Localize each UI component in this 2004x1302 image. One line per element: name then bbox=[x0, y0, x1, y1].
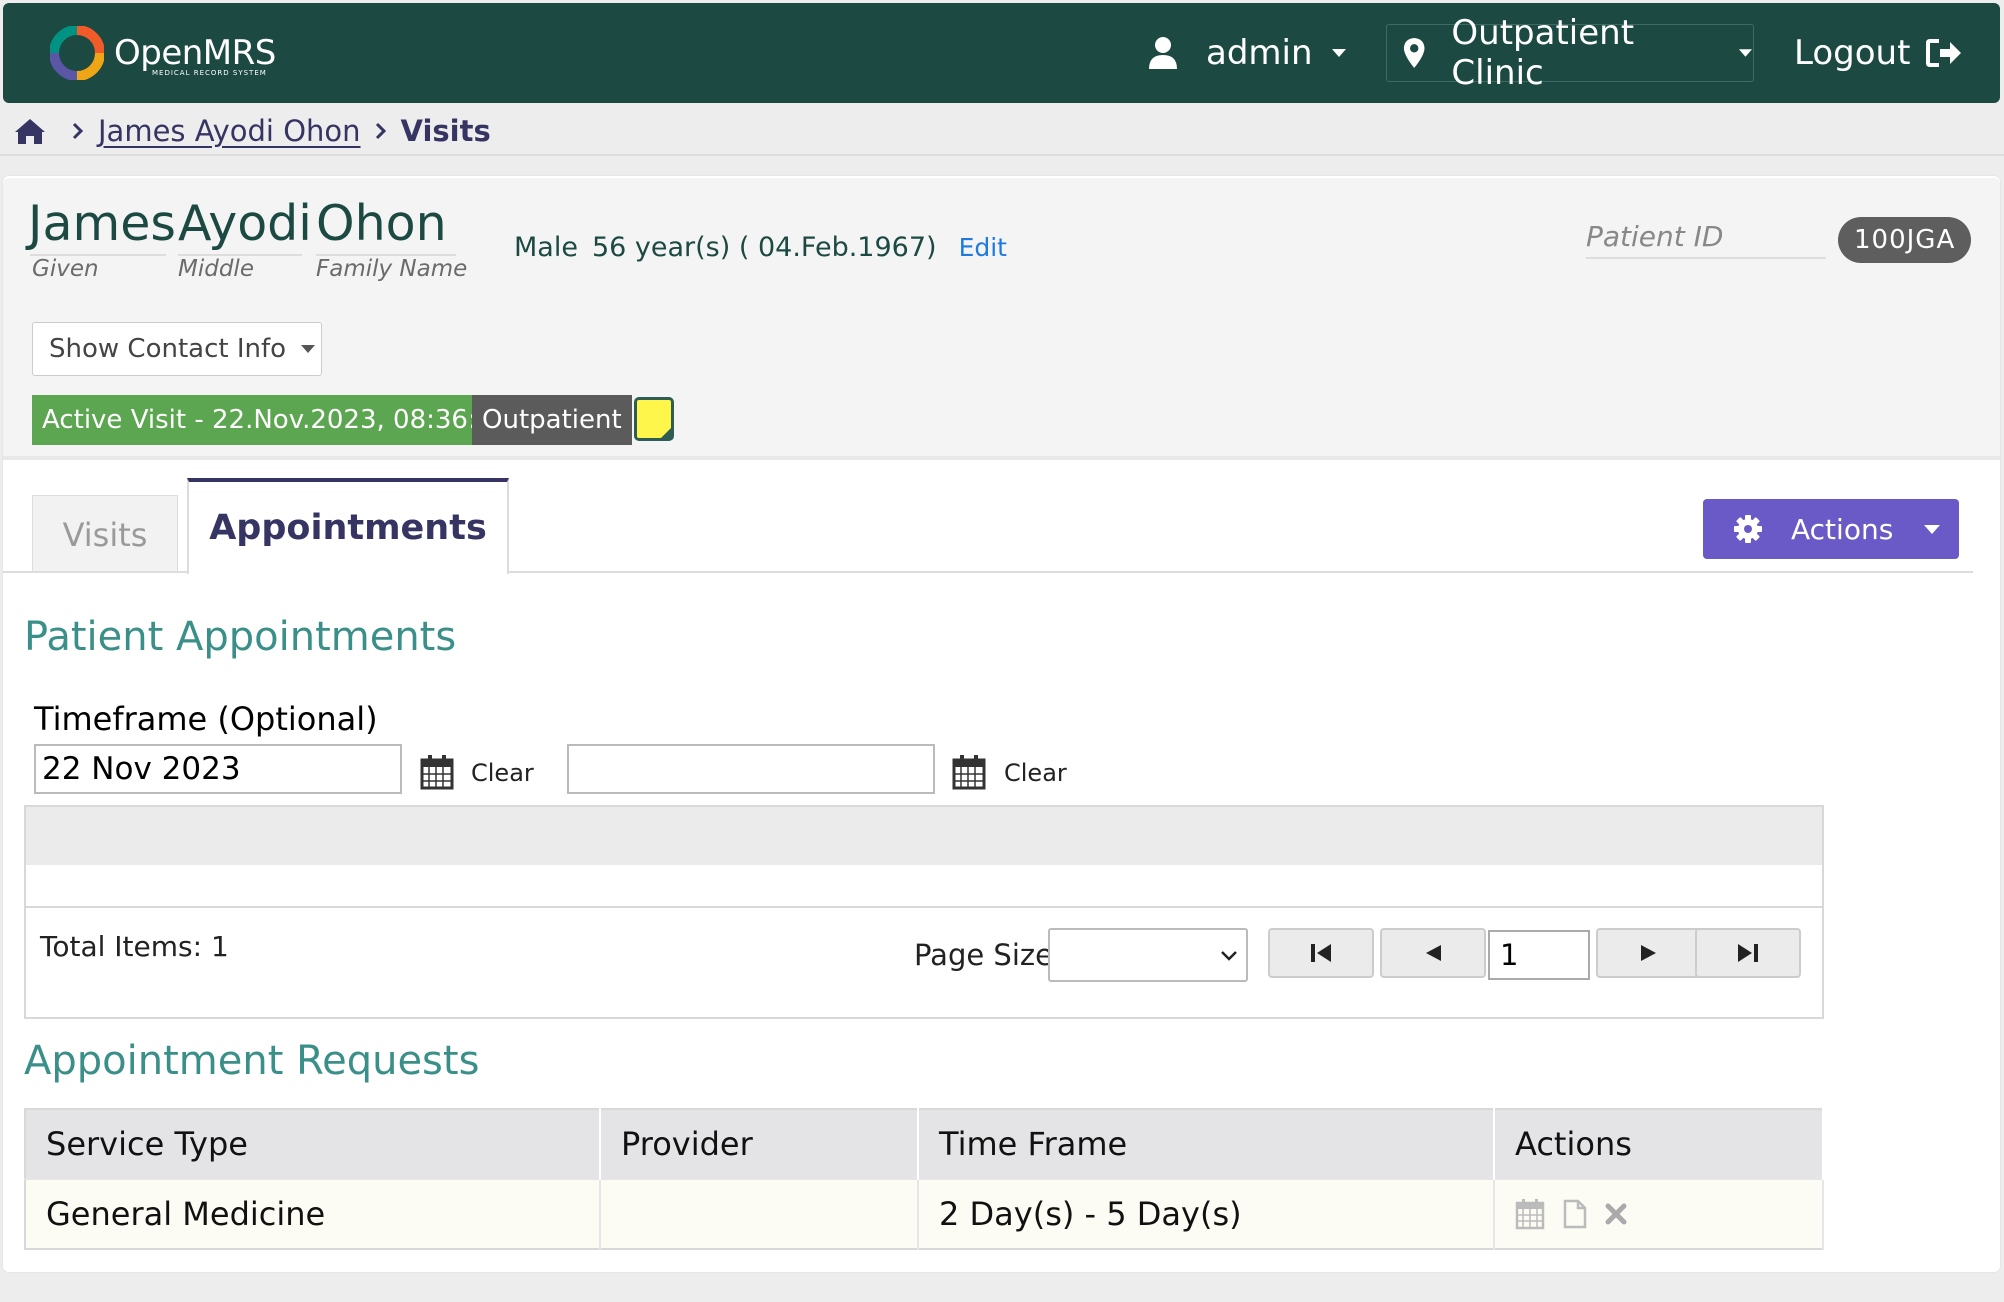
page-footer-strip bbox=[0, 1274, 2004, 1302]
visit-type-tag: Outpatient bbox=[472, 395, 632, 445]
show-contact-info-button[interactable]: Show Contact Info bbox=[32, 322, 322, 376]
appointment-requests-title: Appointment Requests bbox=[24, 1038, 480, 1084]
logout-link[interactable]: Logout bbox=[1794, 28, 1962, 78]
user-name: admin bbox=[1206, 33, 1313, 73]
document-icon[interactable] bbox=[1563, 1199, 1587, 1229]
table-header-row: Service Type Provider Time Frame Actions bbox=[25, 1109, 1824, 1179]
next-page-icon bbox=[1641, 945, 1656, 961]
first-page-icon bbox=[1311, 944, 1331, 962]
breadcrumb-divider bbox=[0, 154, 2004, 156]
cell-time-frame: 2 Day(s) - 5 Day(s) bbox=[918, 1178, 1495, 1249]
clear-end-date-link[interactable]: Clear bbox=[1004, 759, 1067, 787]
breadcrumb: James Ayodi Ohon Visits bbox=[14, 110, 491, 152]
openmrs-logo[interactable]: OpenMRS MEDICAL RECORD SYSTEM bbox=[50, 25, 276, 81]
previous-page-button[interactable] bbox=[1380, 928, 1486, 978]
patient-given-name: James bbox=[28, 195, 176, 252]
location-name: Outpatient Clinic bbox=[1451, 13, 1635, 93]
patient-appointments-title: Patient Appointments bbox=[24, 614, 457, 660]
edit-patient-link[interactable]: Edit bbox=[959, 233, 1007, 262]
page-size-label: Page Size: bbox=[914, 938, 1063, 972]
cell-service-type: General Medicine bbox=[25, 1178, 601, 1249]
map-marker-icon bbox=[1403, 38, 1425, 68]
table-row: General Medicine 2 Day(s) - 5 Day(s) bbox=[25, 1178, 1824, 1249]
page-size-select[interactable] bbox=[1048, 928, 1248, 982]
patient-id-badge: 100JGA bbox=[1838, 217, 1972, 263]
column-header-provider: Provider bbox=[600, 1109, 919, 1179]
column-header-service-type: Service Type bbox=[25, 1109, 601, 1179]
first-page-button[interactable] bbox=[1268, 928, 1374, 978]
breadcrumb-current: Visits bbox=[400, 114, 491, 148]
chevron-down-icon bbox=[1221, 951, 1237, 961]
logout-label: Logout bbox=[1794, 33, 1911, 73]
start-date-input[interactable]: 22 Nov 2023 bbox=[34, 744, 402, 794]
page-number-input[interactable]: 1 bbox=[1488, 930, 1590, 980]
actions-dropdown-button[interactable]: Actions bbox=[1703, 499, 1959, 559]
family-name-label: Family Name bbox=[316, 256, 468, 282]
logo-subtext: MEDICAL RECORD SYSTEM bbox=[152, 69, 267, 77]
book-appointment-calendar-icon[interactable] bbox=[1515, 1198, 1545, 1230]
middle-label: Middle bbox=[178, 256, 254, 282]
appointment-requests-table: Service Type Provider Time Frame Actions… bbox=[24, 1108, 1824, 1250]
caret-down-icon bbox=[1924, 524, 1941, 534]
patient-family-name: Ohon bbox=[316, 195, 447, 252]
caret-down-icon bbox=[1331, 49, 1346, 57]
patient-middle-name: Ayodi bbox=[178, 195, 312, 252]
calendar-icon[interactable] bbox=[420, 754, 454, 790]
contact-button-label: Show Contact Info bbox=[49, 334, 287, 364]
patient-age: 56 year(s) ( 04.Feb.1967) bbox=[591, 232, 937, 263]
timeframe-label: Timeframe (Optional) bbox=[34, 700, 378, 738]
tab-visits[interactable]: Visits bbox=[32, 495, 178, 573]
active-visit-tag[interactable]: Active Visit - 22.Nov.2023, 08:36:17 bbox=[32, 395, 520, 445]
sticky-note-icon[interactable] bbox=[634, 397, 674, 441]
chevron-right-icon bbox=[375, 122, 386, 140]
given-label: Given bbox=[32, 256, 99, 282]
caret-down-icon bbox=[1738, 49, 1753, 57]
logo-text: OpenMRS bbox=[114, 33, 276, 73]
user-menu[interactable]: admin bbox=[1148, 28, 1347, 78]
row-action-icons bbox=[1515, 1198, 1822, 1230]
patient-demographics: Male 56 year(s) ( 04.Feb.1967) Edit bbox=[514, 232, 1007, 263]
tab-appointments[interactable]: Appointments bbox=[187, 478, 509, 574]
grid-divider bbox=[26, 906, 1822, 908]
sign-out-icon bbox=[1926, 39, 1962, 67]
total-items-label: Total Items: 1 bbox=[40, 930, 229, 963]
breadcrumb-patient-link[interactable]: James Ayodi Ohon bbox=[98, 114, 361, 148]
openmrs-logo-icon bbox=[50, 26, 104, 80]
cancel-icon[interactable] bbox=[1605, 1203, 1627, 1225]
column-header-actions: Actions bbox=[1494, 1109, 1824, 1179]
last-page-icon bbox=[1738, 944, 1758, 962]
actions-label: Actions bbox=[1791, 512, 1894, 546]
next-page-button[interactable] bbox=[1596, 928, 1702, 978]
gear-icon bbox=[1734, 515, 1762, 543]
user-icon bbox=[1149, 37, 1177, 69]
patient-id-label: Patient ID bbox=[1586, 220, 1826, 259]
location-menu[interactable]: Outpatient Clinic bbox=[1386, 13, 1754, 93]
last-page-button[interactable] bbox=[1695, 928, 1801, 978]
chevron-right-icon bbox=[72, 122, 84, 140]
appointments-grid-header bbox=[26, 807, 1822, 865]
calendar-icon[interactable] bbox=[952, 754, 986, 790]
caret-down-icon bbox=[301, 345, 316, 353]
header-divider bbox=[3, 456, 2000, 460]
end-date-input[interactable] bbox=[567, 744, 935, 794]
cell-provider bbox=[600, 1178, 919, 1249]
clear-start-date-link[interactable]: Clear bbox=[471, 759, 534, 787]
column-header-time-frame: Time Frame bbox=[918, 1109, 1495, 1179]
previous-page-icon bbox=[1426, 945, 1441, 961]
home-icon[interactable] bbox=[14, 117, 46, 145]
patient-gender: Male bbox=[514, 232, 578, 263]
cell-actions bbox=[1494, 1178, 1824, 1249]
